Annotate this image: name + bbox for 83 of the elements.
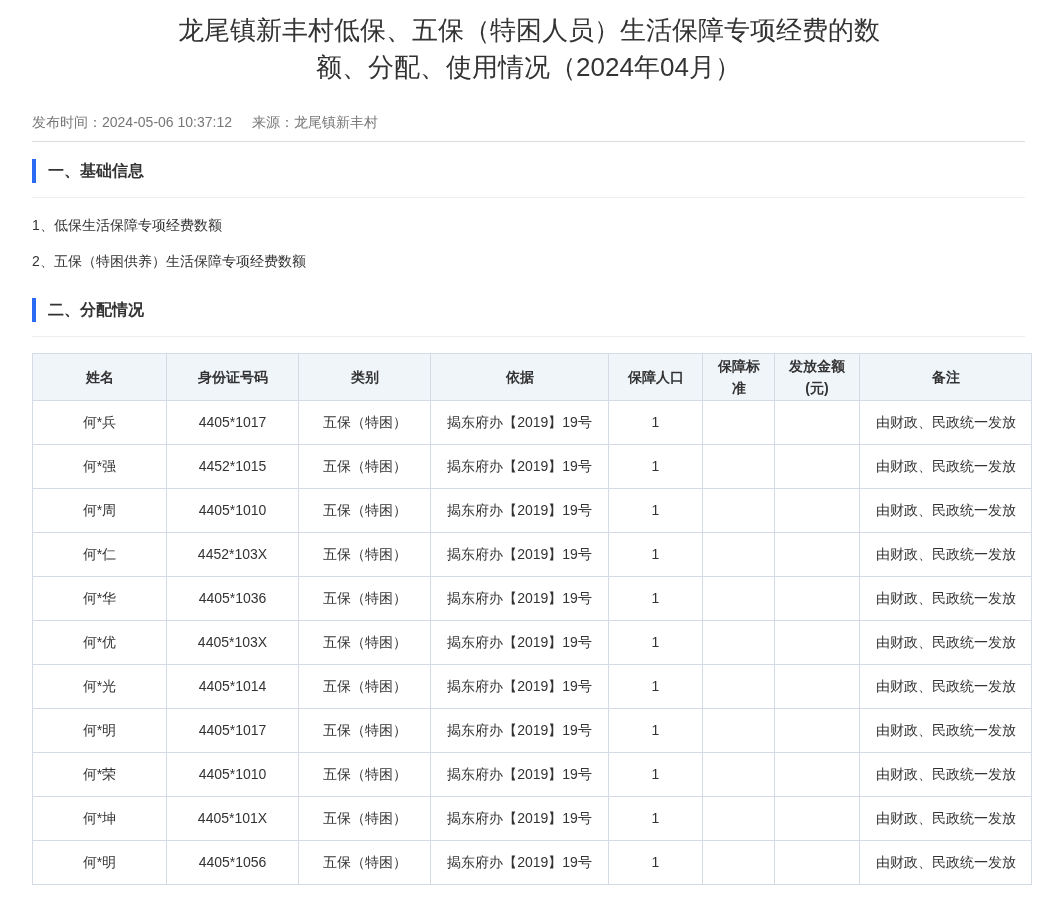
- article-title: 龙尾镇新丰村低保、五保（特困人员）生活保障专项经费的数额、分配、使用情况（2024年04月）: [176, 14, 881, 84]
- table-cell: 揭东府办【2019】19号: [430, 532, 609, 577]
- table-cell: 4405*1036: [166, 576, 299, 621]
- table-cell: 何*强: [32, 444, 167, 489]
- table-cell: 由财政、民政统一发放: [859, 444, 1032, 489]
- table-cell: 由财政、民政统一发放: [859, 752, 1032, 797]
- table-cell: 何*明: [32, 708, 167, 753]
- table-cell: 何*光: [32, 664, 167, 709]
- table-cell: 揭东府办【2019】19号: [430, 796, 609, 841]
- column-header: 保障人口: [608, 353, 703, 401]
- table-cell: 揭东府办【2019】19号: [430, 400, 609, 445]
- table-cell: 五保（特困）: [298, 708, 431, 753]
- table-cell: 由财政、民政统一发放: [859, 840, 1032, 885]
- table-cell: 五保（特困）: [298, 488, 431, 533]
- table-cell: 4405*1010: [166, 488, 299, 533]
- list-item-text: 1、低保生活保障专项经费数额: [32, 216, 223, 235]
- table-cell: 由财政、民政统一发放: [859, 576, 1032, 621]
- table-cell: 1: [608, 840, 703, 885]
- table-cell: 1: [608, 576, 703, 621]
- table-cell: 揭东府办【2019】19号: [430, 576, 609, 621]
- table-cell: 何*优: [32, 620, 167, 665]
- table-cell: 揭东府办【2019】19号: [430, 752, 609, 797]
- table-cell: 五保（特困）: [298, 752, 431, 797]
- table-cell: 4405*1056: [166, 840, 299, 885]
- table-cell: 何*坤: [32, 796, 167, 841]
- table-cell: 五保（特困）: [298, 532, 431, 577]
- table-cell: 4405*1017: [166, 400, 299, 445]
- table-cell: 1: [608, 708, 703, 753]
- table-cell: 4405*103X: [166, 620, 299, 665]
- list-item-text: 2、五保（特困供养）生活保障专项经费数额: [32, 252, 307, 271]
- table-cell: 何*荣: [32, 752, 167, 797]
- column-header: 姓名: [32, 353, 167, 401]
- table-cell: 4452*1015: [166, 444, 299, 489]
- column-header: 备注: [859, 353, 1032, 401]
- column-header: 发放金额(元): [774, 353, 860, 401]
- table-cell: 4405*101X: [166, 796, 299, 841]
- table-cell: 4405*1017: [166, 708, 299, 753]
- source-label: 来源：龙尾镇新丰村: [252, 113, 378, 132]
- table-cell: 揭东府办【2019】19号: [430, 444, 609, 489]
- table-cell: 由财政、民政统一发放: [859, 620, 1032, 665]
- table-cell: 何*明: [32, 840, 167, 885]
- table-cell: 揭东府办【2019】19号: [430, 488, 609, 533]
- table-cell: 1: [608, 400, 703, 445]
- table-cell: 五保（特困）: [298, 840, 431, 885]
- table-cell: 1: [608, 664, 703, 709]
- section-marker: [32, 159, 36, 183]
- table-cell: 1: [608, 796, 703, 841]
- table-cell: 4452*103X: [166, 532, 299, 577]
- table-cell: 1: [608, 532, 703, 577]
- table-cell: 何*华: [32, 576, 167, 621]
- table-cell: 何*周: [32, 488, 167, 533]
- table-cell: 何*兵: [32, 400, 167, 445]
- column-header: 类别: [298, 353, 431, 401]
- table-cell: 五保（特困）: [298, 796, 431, 841]
- table-cell: 由财政、民政统一发放: [859, 532, 1032, 577]
- column-header: 保障标准: [702, 353, 775, 401]
- table-cell: 揭东府办【2019】19号: [430, 620, 609, 665]
- table-cell: 4405*1014: [166, 664, 299, 709]
- table-cell: 揭东府办【2019】19号: [430, 664, 609, 709]
- column-header: 依据: [430, 353, 609, 401]
- table-cell: 揭东府办【2019】19号: [430, 840, 609, 885]
- table-cell: 1: [608, 488, 703, 533]
- table-cell: 何*仁: [32, 532, 167, 577]
- table-cell: 由财政、民政统一发放: [859, 400, 1032, 445]
- publish-time: 发布时间：2024-05-06 10:37:12: [32, 113, 232, 132]
- section-heading: 二、分配情况: [48, 300, 144, 320]
- table-cell: 由财政、民政统一发放: [859, 796, 1032, 841]
- table-cell: 4405*1010: [166, 752, 299, 797]
- section-marker: [32, 298, 36, 322]
- table-cell: 五保（特困）: [298, 576, 431, 621]
- table-cell: 由财政、民政统一发放: [859, 708, 1032, 753]
- table-cell: 由财政、民政统一发放: [859, 664, 1032, 709]
- table-cell: 1: [608, 444, 703, 489]
- table-cell: 五保（特困）: [298, 664, 431, 709]
- table-cell: 五保（特困）: [298, 620, 431, 665]
- column-header: 身份证号码: [166, 353, 299, 401]
- table-cell: 由财政、民政统一发放: [859, 488, 1032, 533]
- section-heading: 一、基础信息: [48, 161, 144, 181]
- table-cell: 揭东府办【2019】19号: [430, 708, 609, 753]
- table-cell: 五保（特困）: [298, 444, 431, 489]
- table-cell: 1: [608, 752, 703, 797]
- table-cell: 五保（特困）: [298, 400, 431, 445]
- table-cell: 1: [608, 620, 703, 665]
